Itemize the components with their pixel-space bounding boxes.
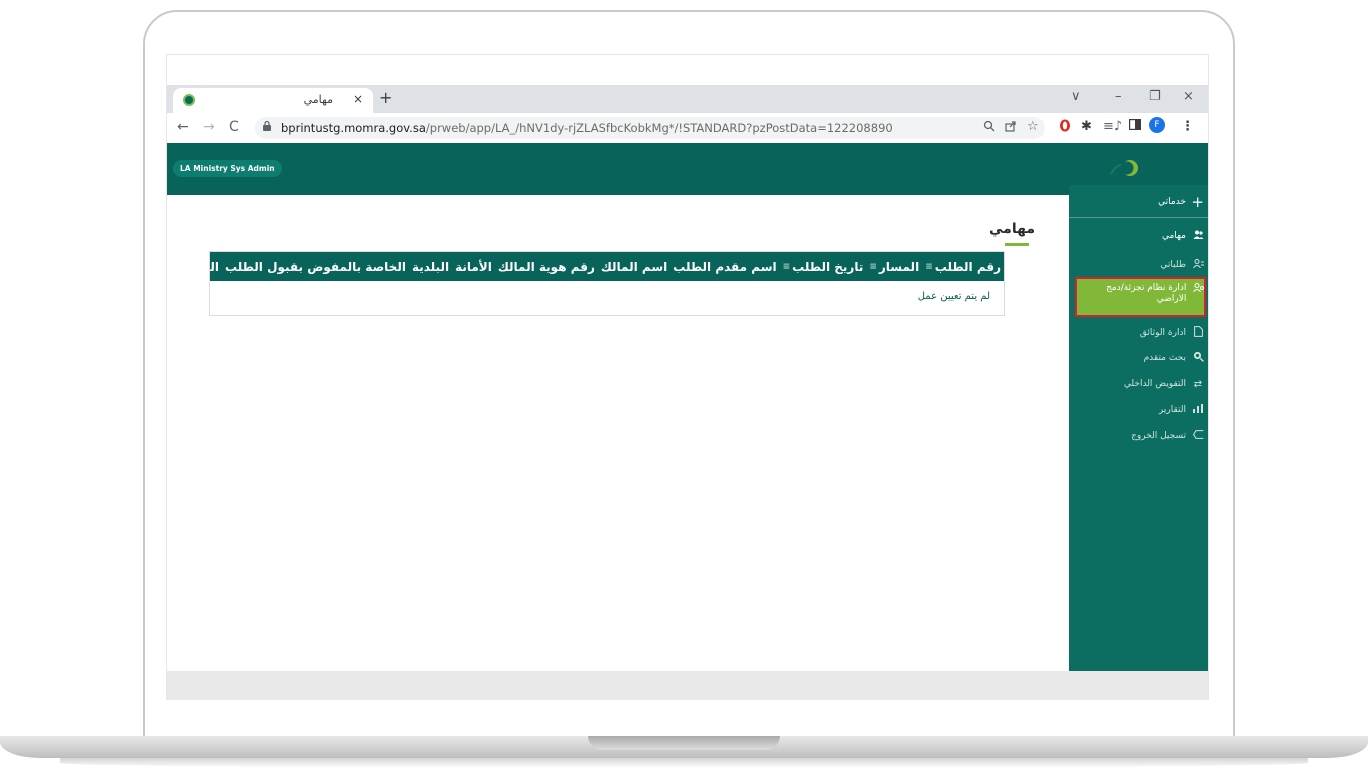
filter-icon[interactable]: ≡ bbox=[783, 262, 791, 272]
new-tab-button[interactable]: + bbox=[379, 88, 392, 107]
sidebar-item-label: التفويض الداخلي bbox=[1123, 379, 1186, 389]
reload-button[interactable]: C bbox=[229, 119, 239, 135]
page-title: مهامي bbox=[989, 221, 1035, 237]
tasks-table: رقم الطلب ≡ المسار ≡ تاريخ الطلب ≡ اسم مقدم… bbox=[209, 251, 1005, 316]
column-label: اسم المالك bbox=[600, 259, 668, 274]
transfer-icon: ⇄ bbox=[1193, 378, 1203, 390]
document-icon bbox=[1192, 326, 1204, 340]
sidebar-item-advanced-search[interactable]: بحث متقدم bbox=[1074, 345, 1204, 371]
sidebar-item-label: بحث متقدم bbox=[1143, 353, 1186, 363]
minimize-button[interactable]: – bbox=[1115, 89, 1122, 104]
sidebar-item-my-requests[interactable]: طلباتي bbox=[1074, 252, 1204, 278]
column-label: الخاصة بالمفوض بقبول الطلب bbox=[225, 259, 406, 274]
opera-icon[interactable] bbox=[1059, 119, 1071, 136]
window-bottom-strip bbox=[167, 671, 1208, 699]
sidebar-divider bbox=[1069, 217, 1208, 218]
empty-state-message: لم يتم تعيين عمل bbox=[917, 291, 990, 302]
column-label: اسم مقدم الطلب bbox=[673, 259, 777, 274]
sidebar-item-label: خدماتي bbox=[1158, 197, 1186, 207]
sidebar-item-services[interactable]: + خدماتي bbox=[1074, 189, 1204, 215]
column-label: المسار bbox=[878, 259, 920, 274]
sidebar-item-label: مهامي bbox=[1161, 231, 1186, 241]
column-label: الأمانة bbox=[455, 259, 492, 274]
plus-icon: + bbox=[1191, 193, 1204, 211]
sidebar-item-label: ادارة الوثائق bbox=[1139, 328, 1186, 338]
column-delegate-acceptance[interactable]: الخاصة بالمفوض بقبول الطلب bbox=[222, 260, 409, 274]
maximize-button[interactable]: ❐ bbox=[1149, 89, 1161, 104]
sidebar-item-documents[interactable]: ادارة الوثائق bbox=[1074, 320, 1204, 346]
address-bar[interactable]: bprintustg.momra.gov.sa/prweb/app/LA_/hN… bbox=[255, 117, 1045, 139]
search-icon bbox=[1192, 351, 1204, 365]
column-request-date[interactable]: تاريخ الطلب ≡ bbox=[780, 260, 867, 274]
browser-toolbar: ← → C bprintustg.momra.gov.sa/prweb/app/… bbox=[167, 113, 1208, 143]
sidebar-item-land-subdivision[interactable]: ادارة نظام تجزئة/دمج الاراضي bbox=[1075, 277, 1206, 317]
menu-icon[interactable]: ⋮ bbox=[1181, 119, 1194, 134]
url-text: bprintustg.momra.gov.sa/prweb/app/LA_/hN… bbox=[281, 121, 893, 135]
sidebar: + خدماتي مهامي طلباتي ادارة نظام تجزئة/د… bbox=[1069, 185, 1208, 671]
star-icon[interactable]: ☆ bbox=[1027, 119, 1039, 134]
column-municipality[interactable]: البلدية bbox=[409, 260, 452, 274]
filter-icon[interactable]: ≡ bbox=[925, 262, 933, 272]
sidebar-item-label: طلباتي bbox=[1160, 260, 1186, 270]
column-amanah[interactable]: الأمانة bbox=[452, 260, 495, 274]
column-label: الحالة bbox=[210, 259, 219, 274]
browser-tab[interactable]: مهامي × bbox=[173, 88, 373, 113]
column-request-number[interactable]: رقم الطلب ≡ bbox=[922, 260, 1004, 274]
title-underline bbox=[1005, 243, 1029, 246]
column-label: رقم الطلب bbox=[934, 259, 1001, 274]
table-body: لم يتم تعيين عمل bbox=[210, 281, 1004, 315]
back-button[interactable]: ← bbox=[177, 119, 189, 135]
laptop-notch bbox=[588, 736, 780, 750]
tab-close-icon[interactable]: × bbox=[353, 92, 363, 106]
bar-chart-icon bbox=[1192, 404, 1204, 416]
media-icon[interactable]: ≡♪ bbox=[1103, 119, 1122, 134]
tab-title: مهامي bbox=[303, 93, 333, 106]
lock-icon bbox=[263, 120, 271, 134]
sidebar-item-label: التقارير bbox=[1158, 405, 1186, 415]
column-applicant-name[interactable]: اسم مقدم الطلب bbox=[670, 260, 779, 274]
column-status[interactable]: الحالة bbox=[210, 260, 222, 274]
users-icon bbox=[1192, 230, 1204, 242]
sidebar-item-my-tasks[interactable]: مهامي bbox=[1074, 223, 1204, 249]
app-header: LA Ministry Sys Admin bbox=[167, 143, 1208, 195]
ministry-logo-icon bbox=[1099, 156, 1139, 180]
sidebar-item-label: ادارة نظام تجزئة/دمج الاراضي bbox=[1106, 283, 1187, 304]
share-icon[interactable] bbox=[1005, 120, 1017, 135]
main-content: مهامي رقم الطلب ≡ المسار ≡ تاريخ الطلب ≡ اس… bbox=[167, 195, 1069, 671]
sidebar-item-internal-delegation[interactable]: ⇄ التفويض الداخلي bbox=[1074, 371, 1204, 397]
logout-icon bbox=[1192, 430, 1204, 442]
favicon-icon bbox=[183, 94, 195, 106]
sidebar-icon[interactable] bbox=[1129, 119, 1142, 134]
close-window-button[interactable]: × bbox=[1183, 89, 1194, 104]
column-label: رقم هوية المالك bbox=[497, 259, 595, 274]
user-gear-icon bbox=[1192, 283, 1204, 295]
puzzle-icon[interactable]: ✱ bbox=[1081, 119, 1092, 134]
column-path[interactable]: المسار ≡ bbox=[866, 260, 922, 274]
laptop-shadow bbox=[60, 758, 1308, 768]
tab-search-icon[interactable]: ∨ bbox=[1071, 89, 1081, 104]
column-label: تاريخ الطلب bbox=[792, 259, 864, 274]
table-header: رقم الطلب ≡ المسار ≡ تاريخ الطلب ≡ اسم مقدم… bbox=[210, 252, 1004, 281]
column-owner-name[interactable]: اسم المالك bbox=[598, 260, 670, 274]
forward-button[interactable]: → bbox=[203, 119, 215, 135]
browser-window: مهامي × + ∨ – ❐ × ← → C bprintustg.momra… bbox=[166, 54, 1209, 700]
sidebar-item-logout[interactable]: تسجيل الخروج bbox=[1074, 423, 1204, 449]
column-owner-id[interactable]: رقم هوية المالك bbox=[495, 260, 598, 274]
zoom-icon[interactable] bbox=[983, 120, 995, 135]
profile-icon[interactable]: F bbox=[1149, 117, 1165, 133]
tab-strip: مهامي × + ∨ – ❐ × bbox=[167, 85, 1208, 113]
sidebar-item-reports[interactable]: التقارير bbox=[1074, 397, 1204, 423]
user-list-icon bbox=[1192, 259, 1204, 271]
sidebar-item-label: تسجيل الخروج bbox=[1131, 431, 1186, 441]
user-menu-button[interactable]: LA Ministry Sys Admin bbox=[173, 160, 282, 177]
column-label: البلدية bbox=[411, 259, 450, 274]
filter-icon[interactable]: ≡ bbox=[869, 262, 877, 272]
